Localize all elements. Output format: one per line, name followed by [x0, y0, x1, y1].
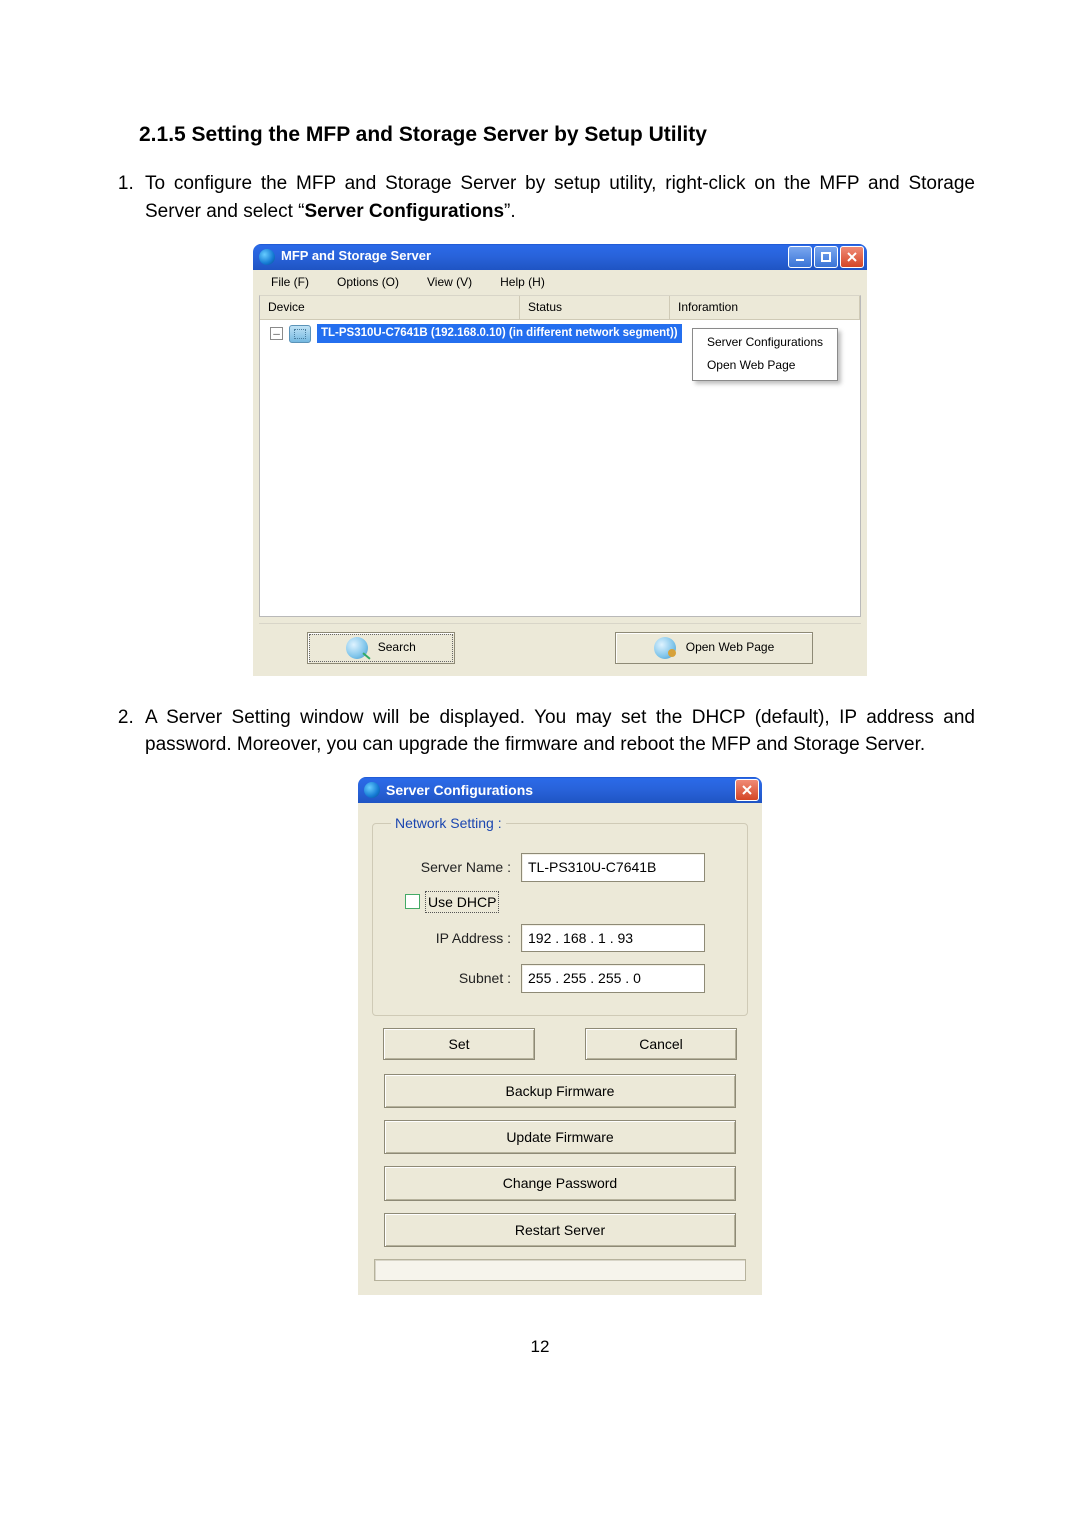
backup-firmware-button[interactable]: Backup Firmware — [384, 1074, 736, 1108]
use-dhcp-label: Use DHCP — [426, 892, 498, 912]
dialog-close-button[interactable] — [735, 779, 759, 801]
menu-help[interactable]: Help (H) — [488, 272, 557, 293]
dialog-body: Network Setting : Server Name : TL-PS310… — [358, 803, 762, 1295]
open-web-page-label: Open Web Page — [686, 639, 775, 656]
status-field — [374, 1259, 746, 1281]
menu-file[interactable]: File (F) — [259, 272, 321, 293]
titlebar: MFP and Storage Server — [253, 244, 867, 270]
app-icon — [364, 782, 380, 798]
subnet-field[interactable]: 255 . 255 . 255 . 0 — [521, 964, 705, 992]
server-name-label: Server Name : — [391, 857, 521, 877]
search-button-label: Search — [378, 639, 416, 656]
col-information[interactable]: Inforamtion — [670, 296, 860, 319]
restart-server-button[interactable]: Restart Server — [384, 1213, 736, 1247]
close-icon — [742, 785, 752, 795]
network-setting-legend: Network Setting : — [391, 813, 506, 833]
document-page: 2.1.5 Setting the MFP and Storage Server… — [0, 0, 1080, 1400]
step-1-text-pre: To configure the MFP and Storage Server … — [145, 173, 975, 222]
page-number: 12 — [105, 1335, 975, 1360]
globe-icon — [654, 637, 676, 659]
ctx-server-configurations[interactable]: Server Configurations — [695, 331, 835, 354]
col-status[interactable]: Status — [520, 296, 670, 319]
ctx-open-web-page[interactable]: Open Web Page — [695, 354, 835, 377]
network-setting-group: Network Setting : Server Name : TL-PS310… — [372, 813, 748, 1015]
instruction-list: To configure the MFP and Storage Server … — [105, 170, 975, 1295]
step-2: A Server Setting window will be displaye… — [139, 704, 975, 1295]
server-config-figure: Server Configurations Network Setting : — [145, 777, 975, 1295]
column-headers: Device Status Inforamtion — [260, 296, 860, 320]
update-firmware-button[interactable]: Update Firmware — [384, 1120, 736, 1154]
dialog-title: Server Configurations — [386, 780, 533, 800]
tree-collapse-icon[interactable]: – — [270, 327, 283, 340]
set-cancel-row: Set Cancel — [372, 1028, 748, 1060]
subnet-row: Subnet : 255 . 255 . 255 . 0 — [391, 964, 729, 992]
col-device[interactable]: Device — [260, 296, 520, 319]
menu-options[interactable]: Options (O) — [325, 272, 411, 293]
use-dhcp-row: Use DHCP — [405, 892, 729, 912]
change-password-button[interactable]: Change Password — [384, 1166, 736, 1200]
subnet-label: Subnet : — [391, 968, 521, 988]
minimize-button[interactable] — [788, 246, 812, 268]
window-title: MFP and Storage Server — [281, 247, 431, 266]
utility-window: MFP and Storage Server — [253, 244, 867, 676]
ip-address-label: IP Address : — [391, 928, 521, 948]
footer-bar: Search Open Web Page — [259, 623, 861, 676]
utility-window-figure: MFP and Storage Server — [145, 244, 975, 676]
device-label-selected: TL-PS310U-C7641B (192.168.0.10) (in diff… — [317, 324, 682, 343]
server-icon — [289, 325, 311, 343]
use-dhcp-checkbox[interactable] — [405, 894, 420, 909]
context-menu: Server Configurations Open Web Page — [692, 328, 838, 381]
maximize-button[interactable] — [814, 246, 838, 268]
device-list: Device Status Inforamtion – TL-PS310U-C7… — [259, 295, 861, 617]
server-name-field[interactable]: TL-PS310U-C7641B — [521, 853, 705, 881]
menubar: File (F) Options (O) View (V) Help (H) — [253, 270, 867, 295]
step-1-text-bold: Server Configurations — [304, 201, 504, 222]
ip-address-row: IP Address : 192 . 168 . 1 . 93 — [391, 924, 729, 952]
dialog-titlebar: Server Configurations — [358, 777, 762, 803]
step-1-text-post: ”. — [504, 201, 516, 222]
step-1: To configure the MFP and Storage Server … — [139, 170, 975, 675]
cancel-button[interactable]: Cancel — [585, 1028, 737, 1060]
app-icon — [259, 249, 275, 265]
search-button[interactable]: Search — [307, 632, 455, 664]
close-icon — [847, 252, 857, 262]
ip-address-field[interactable]: 192 . 168 . 1 . 93 — [521, 924, 705, 952]
minimize-icon — [795, 252, 805, 262]
search-icon — [346, 637, 368, 659]
open-web-page-button[interactable]: Open Web Page — [615, 632, 814, 664]
set-button[interactable]: Set — [383, 1028, 535, 1060]
section-heading: 2.1.5 Setting the MFP and Storage Server… — [139, 120, 975, 150]
menu-view[interactable]: View (V) — [415, 272, 484, 293]
step-2-text: A Server Setting window will be displaye… — [145, 707, 975, 756]
server-config-dialog: Server Configurations Network Setting : — [358, 777, 762, 1295]
server-name-row: Server Name : TL-PS310U-C7641B — [391, 853, 729, 881]
close-button[interactable] — [840, 246, 864, 268]
maximize-icon — [821, 252, 831, 262]
window-controls — [788, 246, 864, 268]
